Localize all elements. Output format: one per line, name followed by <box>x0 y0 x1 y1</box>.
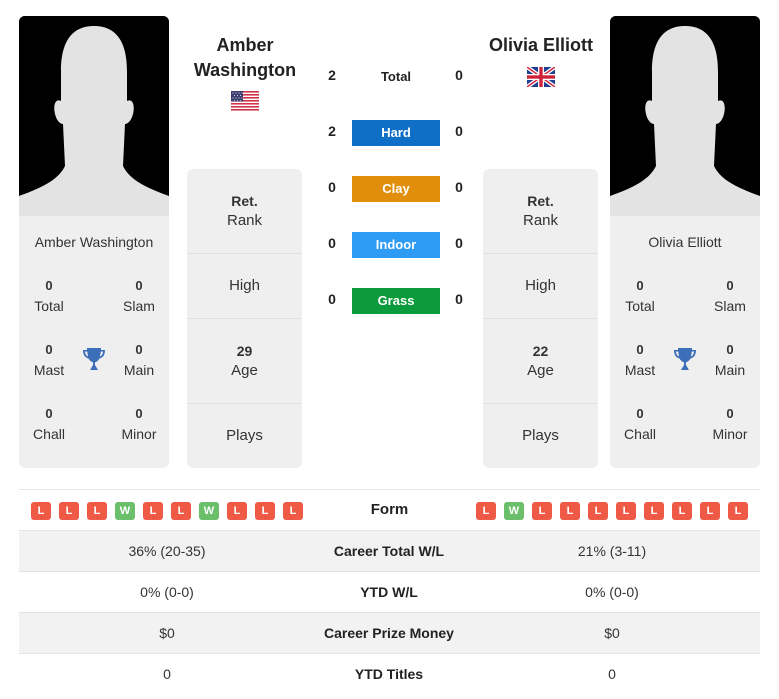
form-loss-badge[interactable]: L <box>283 502 303 520</box>
form-win-badge[interactable]: W <box>115 502 135 520</box>
stat-minor-right: 0 Minor <box>712 406 748 442</box>
player-photo-right <box>610 16 760 216</box>
plays-row-right: Plays <box>522 427 559 444</box>
plays-row-left: Plays <box>226 427 263 444</box>
form-loss-badge[interactable]: L <box>588 502 608 520</box>
form-loss-badge[interactable]: L <box>672 502 692 520</box>
trophy-icon <box>83 348 105 370</box>
comparison-left-value: 0 <box>163 666 171 682</box>
stat-slam-left: 0 Slam <box>123 278 155 314</box>
surface-clay-badge[interactable]: Clay <box>352 176 440 202</box>
form-loss-badge[interactable]: L <box>616 502 636 520</box>
h2h-clay-right: 0 <box>455 179 463 195</box>
comparison-left-value: 36% (20-35) <box>128 543 206 559</box>
surface-grass-badge[interactable]: Grass <box>352 288 440 314</box>
stat-total-right: 0 Total <box>625 278 655 314</box>
form-loss-badge[interactable]: L <box>227 502 247 520</box>
h2h-total-right: 0 <box>455 67 463 83</box>
stat-total-left: 0 Total <box>34 278 64 314</box>
rank-row-right: Ret. Rank <box>483 169 598 254</box>
form-row: LLLWLLWLLL Form LWLLLLLLLL <box>19 489 760 530</box>
stat-chall-right: 0 Chall <box>624 406 656 442</box>
comparison-left-value: 0% (0-0) <box>140 584 194 600</box>
form-loss-badge[interactable]: L <box>143 502 163 520</box>
age-row-left: 29 Age <box>187 319 302 404</box>
us-flag-icon <box>231 91 259 111</box>
player-name-right: Olivia Elliott <box>648 234 722 250</box>
stat-mast-left: 0 Mast <box>33 342 65 378</box>
trophy-icon <box>674 348 696 370</box>
comparison-row: 0% (0-0) YTD W/L 0% (0-0) <box>19 571 760 612</box>
comparison-label: Career Prize Money <box>324 625 454 641</box>
h2h-indoor-left: 0 <box>328 235 336 251</box>
form-loss-badge[interactable]: L <box>255 502 275 520</box>
comparison-left-value: $0 <box>159 625 175 641</box>
player-name-left: Amber Washington <box>34 234 154 250</box>
player-card-left: Amber Washington 0 Total 0 Slam 0 Mast 0 Mai… <box>19 16 169 468</box>
form-loss-badge[interactable]: L <box>87 502 107 520</box>
form-win-badge[interactable]: W <box>504 502 524 520</box>
stat-main-right: 0 Main <box>714 342 746 378</box>
stat-main-left: 0 Main <box>123 342 155 378</box>
surface-indoor-badge[interactable]: Indoor <box>352 232 440 258</box>
stat-mast-right: 0 Mast <box>624 342 656 378</box>
form-loss-badge[interactable]: L <box>644 502 664 520</box>
uk-flag-icon <box>527 67 555 87</box>
h2h-indoor-right: 0 <box>455 235 463 251</box>
form-loss-badge[interactable]: L <box>728 502 748 520</box>
player-info-left: Ret. Rank High 29 Age Plays <box>187 169 302 468</box>
comparison-right-value: 0 <box>608 666 616 682</box>
h2h-total-left: 2 <box>328 67 336 83</box>
form-loss-badge[interactable]: L <box>700 502 720 520</box>
surface-hard-badge[interactable]: Hard <box>352 120 440 146</box>
form-loss-badge[interactable]: L <box>31 502 51 520</box>
form-win-badge[interactable]: W <box>199 502 219 520</box>
h2h-hard-right: 0 <box>455 123 463 139</box>
age-row-right: 22 Age <box>483 319 598 404</box>
rank-row-left: Ret. Rank <box>187 169 302 254</box>
comparison-right-value: 21% (3-11) <box>577 543 647 559</box>
high-row-right: High <box>483 254 598 319</box>
form-loss-badge[interactable]: L <box>560 502 580 520</box>
comparison-label: YTD Titles <box>354 666 424 682</box>
comparison-right-value: 0% (0-0) <box>585 584 639 600</box>
comparison-row: $0 Career Prize Money $0 <box>19 612 760 653</box>
player-title-right[interactable]: Olivia Elliott <box>475 33 607 58</box>
stat-slam-right: 0 Slam <box>714 278 746 314</box>
player-card-right: Olivia Elliott 0 Total 0 Slam 0 Mast 0 Main … <box>610 16 760 468</box>
silhouette-icon <box>610 16 760 216</box>
player-title-left[interactable]: Amber Washington <box>180 33 310 83</box>
comparison-label: YTD W/L <box>360 584 418 600</box>
comparison-row: 0 YTD Titles 0 <box>19 653 760 694</box>
comparison-row: 36% (20-35) Career Total W/L 21% (3-11) <box>19 530 760 571</box>
comparison-right-value: $0 <box>604 625 620 641</box>
player-info-right: Ret. Rank High 22 Age Plays <box>483 169 598 468</box>
stat-minor-left: 0 Minor <box>121 406 157 442</box>
form-loss-badge[interactable]: L <box>171 502 191 520</box>
h2h-grass-right: 0 <box>455 291 463 307</box>
form-loss-badge[interactable]: L <box>59 502 79 520</box>
high-row-left: High <box>187 254 302 319</box>
h2h-grass-left: 0 <box>328 291 336 307</box>
form-loss-badge[interactable]: L <box>532 502 552 520</box>
h2h-clay-left: 0 <box>328 179 336 195</box>
h2h-hard-left: 2 <box>328 123 336 139</box>
stat-chall-left: 0 Chall <box>33 406 65 442</box>
comparison-label: Career Total W/L <box>333 543 445 559</box>
silhouette-icon <box>19 16 169 216</box>
form-loss-badge[interactable]: L <box>476 502 496 520</box>
h2h-total-label: Total <box>380 69 412 84</box>
player-photo-left <box>19 16 169 216</box>
